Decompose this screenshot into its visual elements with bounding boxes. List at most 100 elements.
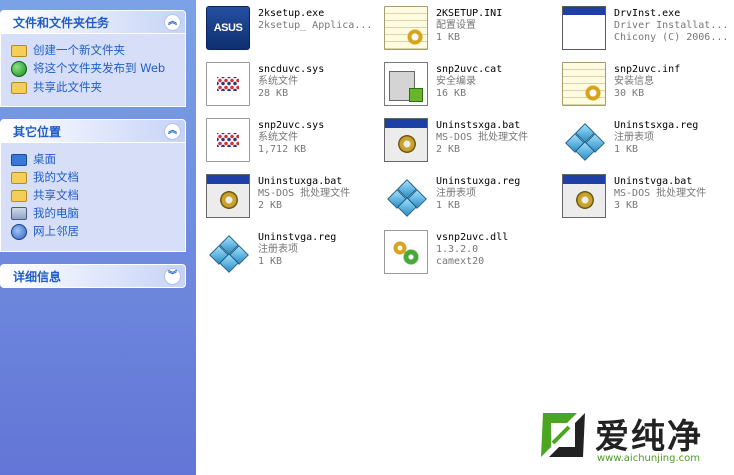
place-network[interactable]: 网上邻居 [11, 224, 179, 240]
file-2ksetup-exe[interactable]: ASUS 2ksetup.exe 2ksetup_ Applica... [200, 2, 375, 54]
file-snp2uvc-sys[interactable]: snp2uvc.sys 系统文件 1,712 KB [200, 114, 375, 166]
details-header[interactable]: 详细信息 ︾ [0, 264, 186, 288]
collapse-icon[interactable]: ︽ [164, 123, 181, 140]
details-title: 详细信息 [13, 270, 62, 284]
desktop-icon [11, 154, 27, 166]
sys-file-icon [206, 118, 250, 162]
new-folder-icon [11, 45, 27, 57]
task-new-folder[interactable]: 创建一个新文件夹 [11, 43, 179, 58]
exe-window-icon [562, 6, 606, 50]
file-size: 1 KB [436, 32, 461, 43]
place-label: 我的文档 [33, 170, 79, 184]
file-name: snp2uvc.inf [614, 64, 681, 75]
file-snp2uvc-inf[interactable]: snp2uvc.inf 安装信息 30 KB [556, 58, 731, 110]
file-name: snp2uvc.cat [436, 64, 503, 75]
place-shared-documents[interactable]: 共享文档 [11, 188, 179, 203]
collapse-icon[interactable]: ︽ [164, 14, 181, 31]
publish-web-icon [11, 61, 27, 77]
file-description: camext20 [436, 256, 485, 267]
reg-file-icon [384, 174, 428, 218]
ini-file-icon [384, 6, 428, 50]
reg-file-icon [206, 230, 250, 274]
file-type: 注册表项 [258, 244, 298, 255]
file-tasks-title: 文件和文件夹任务 [13, 16, 110, 30]
file-name: Uninstuxga.bat [258, 176, 343, 187]
file-size: 1,712 KB [258, 144, 307, 155]
file-vsnp2uvc-dll[interactable]: vsnp2uvc.dll 1.3.2.0 camext20 [378, 226, 553, 278]
task-share-folder[interactable]: 共享此文件夹 [11, 80, 179, 95]
file-2ksetup-ini[interactable]: 2KSETUP.INI 配置设置 1 KB [378, 2, 553, 54]
place-label: 共享文档 [33, 188, 79, 202]
file-size: 16 KB [436, 88, 467, 99]
file-name: Uninstvga.bat [614, 176, 693, 187]
place-label: 网上邻居 [33, 224, 79, 238]
inf-file-icon [562, 62, 606, 106]
watermark: 爱纯净 www.aichunjing.com [533, 405, 728, 471]
file-name: Uninstsxga.bat [436, 120, 521, 131]
file-tasks-header[interactable]: 文件和文件夹任务 ︽ [0, 10, 186, 34]
place-my-computer[interactable]: 我的电脑 [11, 206, 179, 221]
file-name: vsnp2uvc.dll [436, 232, 509, 243]
other-places-header[interactable]: 其它位置 ︽ [0, 119, 186, 143]
bat-file-icon [562, 174, 606, 218]
file-size: 2 KB [258, 200, 283, 211]
file-type: 安全编录 [436, 76, 476, 87]
file-sncduvc-sys[interactable]: sncduvc.sys 系统文件 28 KB [200, 58, 375, 110]
file-type: 系统文件 [258, 132, 298, 143]
file-type: 配置设置 [436, 20, 476, 31]
file-name: snp2uvc.sys [258, 120, 325, 131]
file-drvinst-exe[interactable]: DrvInst.exe Driver Installat... Chicony … [556, 2, 731, 54]
dll-file-icon [384, 230, 428, 274]
file-type: 注册表项 [614, 132, 654, 143]
place-my-documents[interactable]: 我的文档 [11, 170, 179, 185]
task-publish-web[interactable]: 将这个文件夹发布到 Web [11, 61, 179, 77]
file-size: 30 KB [614, 88, 645, 99]
file-version: 1.3.2.0 [436, 244, 479, 255]
task-pane: 文件和文件夹任务 ︽ 创建一个新文件夹 将这个文件夹发布到 Web 共享此文件夹… [0, 0, 196, 475]
file-uninstsxga-bat[interactable]: Uninstsxga.bat MS-DOS 批处理文件 2 KB [378, 114, 553, 166]
file-type: 注册表项 [436, 188, 476, 199]
reg-file-icon [562, 118, 606, 162]
task-label: 将这个文件夹发布到 Web [33, 61, 166, 75]
other-places-panel: 其它位置 ︽ 桌面 我的文档 共享文档 我的电脑 网上邻居 [0, 119, 186, 252]
cat-file-icon [384, 62, 428, 106]
aichunjing-logo-icon [541, 413, 585, 457]
my-computer-icon [11, 207, 27, 220]
file-size: 1 KB [258, 256, 283, 267]
file-tasks-panel: 文件和文件夹任务 ︽ 创建一个新文件夹 将这个文件夹发布到 Web 共享此文件夹 [0, 10, 186, 107]
place-label: 桌面 [33, 152, 56, 166]
file-snp2uvc-cat[interactable]: snp2uvc.cat 安全编录 16 KB [378, 58, 553, 110]
file-name: 2ksetup.exe [258, 8, 325, 19]
details-panel: 详细信息 ︾ [0, 264, 186, 288]
my-documents-icon [11, 172, 27, 184]
file-uninstuxga-bat[interactable]: Uninstuxga.bat MS-DOS 批处理文件 2 KB [200, 170, 375, 222]
file-uninstuxga-reg[interactable]: Uninstuxga.reg 注册表项 1 KB [378, 170, 553, 222]
file-type: 安装信息 [614, 76, 654, 87]
file-uninstvga-bat[interactable]: Uninstvga.bat MS-DOS 批处理文件 3 KB [556, 170, 731, 222]
file-company: Chicony (C) 2006... [614, 32, 729, 43]
bat-file-icon [384, 118, 428, 162]
task-label: 共享此文件夹 [33, 80, 102, 94]
other-places-title: 其它位置 [13, 125, 62, 139]
place-desktop[interactable]: 桌面 [11, 152, 179, 167]
file-name: DrvInst.exe [614, 8, 681, 19]
network-places-icon [11, 224, 27, 240]
task-label: 创建一个新文件夹 [33, 43, 125, 57]
expand-icon[interactable]: ︾ [164, 268, 181, 285]
file-uninstsxga-reg[interactable]: Uninstsxga.reg 注册表项 1 KB [556, 114, 731, 166]
file-name: sncduvc.sys [258, 64, 325, 75]
file-size: 1 KB [614, 144, 639, 155]
file-size: 3 KB [614, 200, 639, 211]
shared-documents-icon [11, 190, 27, 202]
place-label: 我的电脑 [33, 206, 79, 220]
file-name: Uninstvga.reg [258, 232, 337, 243]
file-tasks-body: 创建一个新文件夹 将这个文件夹发布到 Web 共享此文件夹 [0, 34, 186, 107]
file-uninstvga-reg[interactable]: Uninstvga.reg 注册表项 1 KB [200, 226, 375, 278]
other-places-body: 桌面 我的文档 共享文档 我的电脑 网上邻居 [0, 143, 186, 252]
file-type: MS-DOS 批处理文件 [614, 188, 707, 199]
asus-exe-icon: ASUS [206, 6, 250, 50]
file-list: ASUS 2ksetup.exe 2ksetup_ Applica... 2KS… [196, 0, 734, 475]
share-folder-icon [11, 82, 27, 94]
file-name: 2KSETUP.INI [436, 8, 503, 19]
watermark-url: www.aichunjing.com [597, 453, 700, 464]
